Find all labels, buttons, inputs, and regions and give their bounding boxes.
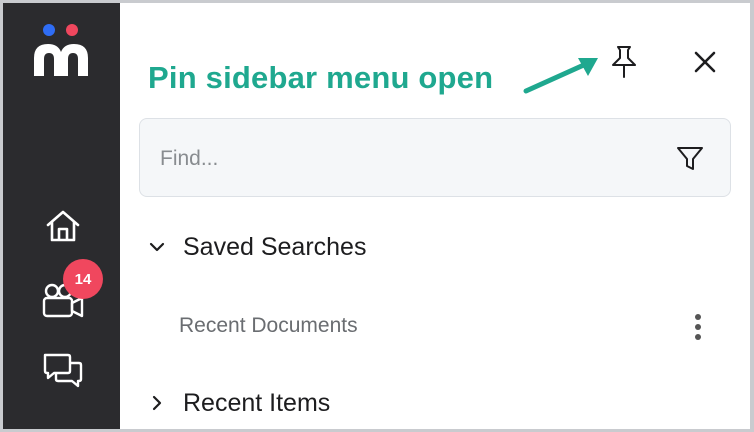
app-logo[interactable]	[30, 22, 92, 80]
callout-arrow-icon	[523, 58, 598, 94]
pin-sidebar-button[interactable]	[600, 40, 648, 84]
chat-bubbles-icon	[43, 353, 83, 388]
nav-rail	[3, 3, 120, 429]
mojo-logo-icon	[34, 24, 88, 76]
section-label: Saved Searches	[183, 232, 367, 261]
item-menu-button[interactable]	[680, 306, 716, 348]
close-icon	[694, 51, 716, 73]
list-item-recent-documents[interactable]: Recent Documents	[140, 306, 735, 346]
chevron-right-icon	[146, 392, 168, 414]
more-vertical-icon	[695, 314, 701, 340]
notification-badge: 14	[63, 259, 103, 299]
rail-chat-button[interactable]	[38, 349, 88, 393]
pin-icon	[612, 46, 636, 78]
home-icon	[46, 210, 80, 242]
search-input[interactable]	[158, 139, 642, 179]
callout-label: Pin sidebar menu open	[148, 60, 494, 95]
close-sidebar-button[interactable]	[684, 42, 726, 82]
list-item-label: Recent Documents	[179, 314, 358, 337]
filter-icon	[677, 147, 703, 170]
search-box	[139, 118, 731, 197]
section-label: Recent Items	[183, 388, 331, 417]
section-saved-searches[interactable]: Saved Searches	[146, 229, 366, 265]
rail-home-button[interactable]	[38, 204, 88, 248]
chevron-down-icon	[146, 236, 168, 258]
section-recent-items[interactable]: Recent Items	[146, 385, 330, 421]
filter-button[interactable]	[670, 139, 710, 177]
